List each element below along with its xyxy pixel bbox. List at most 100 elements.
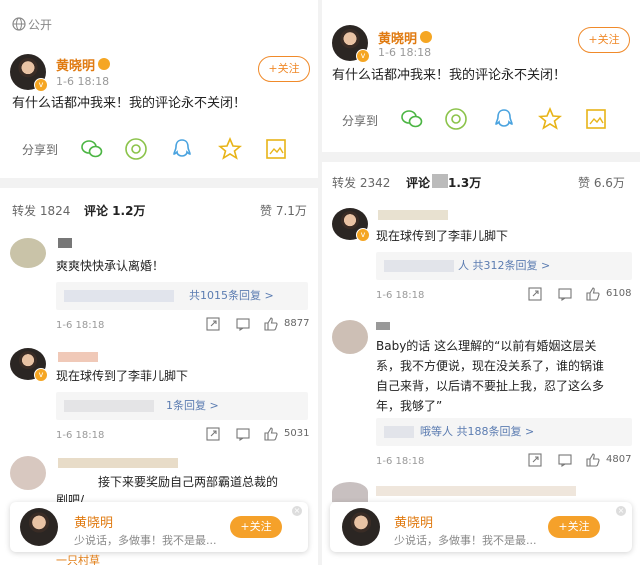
sticky-avatar[interactable] [342,508,380,546]
comment-text: 现在球传到了李菲儿脚下 [376,229,509,243]
like-icon[interactable] [264,426,278,441]
reply-summary[interactable]: 1条回复 > [56,392,308,420]
sticky-follow-bar: × 黄晓明 少说话，多做事！我不是最... +关注 [10,502,308,552]
reply-count-link[interactable]: 共1015条回复 > [189,282,274,310]
like-icon[interactable] [264,316,278,331]
reply-names-mosaic [64,290,174,302]
qzone-star-icon[interactable] [537,106,563,131]
tab-likes[interactable]: 赞 6.6万 [578,174,625,191]
like-icon[interactable] [586,452,600,467]
tab-comments[interactable]: 评论 [406,174,430,191]
reply-names-mosaic [384,260,454,272]
sticky-avatar[interactable] [20,508,58,546]
verified-badge-icon: v [356,228,370,242]
post-text: 有什么话都冲我来！我的评论永不关闭！ [332,68,567,83]
vip-crown-icon [98,58,110,70]
follow-button[interactable]: +关注 [578,27,630,53]
share-label: 分享到 [22,143,59,157]
comparison-screenshot: 公开 v 黄晓明 1-6 18:18 +关注 有什么话都冲我来！我的评论永不关闭… [0,0,640,565]
commenter-name-mosaic [376,322,390,330]
save-image-icon[interactable] [584,107,608,131]
reply-summary[interactable]: 共1015条回复 > [56,282,308,310]
moments-icon[interactable] [124,137,148,161]
wechat-icon[interactable] [400,107,424,131]
comment-text: 接下来要奖励自己两部霸道总裁的 [98,475,279,489]
visibility-label: 公开 [28,18,53,32]
commenter-avatar[interactable] [332,320,368,354]
sticky-bio: 少说话，多做事！我不是最... [394,534,537,547]
post-time: 1-6 18:18 [378,46,432,59]
share-icon[interactable] [528,286,542,301]
verified-badge-icon: v [356,49,370,63]
commenter-avatar[interactable]: v [332,208,370,242]
share-icon[interactable] [206,426,220,441]
share-icon[interactable] [206,316,220,331]
close-icon[interactable]: × [292,506,302,516]
sticky-follow-bar: × 黄晓明 少说话，多做事！我不是最... +关注 [330,502,632,552]
sticky-follow-button[interactable]: +关注 [230,516,282,538]
comment-icon[interactable] [558,452,572,468]
tab-repost[interactable]: 转发 1824 [12,202,70,219]
comment-tab-mosaic [432,174,448,188]
comment-icon[interactable] [236,316,250,332]
follow-button[interactable]: +关注 [258,56,310,82]
reply-count-link[interactable]: 人 共312条回复 > [458,252,550,280]
close-icon[interactable]: × [616,506,626,516]
comment-time: 1-6 18:18 [376,290,425,301]
sticky-author-name[interactable]: 黄晓明 [74,512,113,531]
tab-bar: 转发 1824 评论 1.2万 赞 7.1万 [0,200,318,226]
author-name[interactable]: 黄晓明 [56,55,95,74]
post-text: 有什么话都冲我来！我的评论永不关闭！ [12,96,247,111]
reply-summary[interactable]: 哦等人 共188条回复 > [376,418,632,446]
commenter-name-mosaic [378,210,448,220]
section-separator [322,152,640,162]
right-weibo-post-panel: v 黄晓明 1-6 18:18 +关注 有什么话都冲我来！我的评论永不关闭！ 分… [322,0,640,565]
share-icon[interactable] [528,452,542,467]
like-icon[interactable] [586,286,600,301]
sticky-author-name[interactable]: 黄晓明 [394,512,433,531]
comment-icon[interactable] [236,426,250,442]
comment-time: 1-6 18:18 [56,320,105,331]
reply-count-link[interactable]: 1条回复 > [166,392,219,420]
tab-likes[interactable]: 赞 7.1万 [260,202,307,219]
verified-badge-icon: v [34,78,48,92]
bottom-commenter-name: 一只村草 [56,554,100,565]
tab-repost[interactable]: 转发 2342 [332,174,390,191]
like-count: 4807 [606,454,632,465]
qq-icon[interactable] [492,107,516,131]
reply-count-link[interactable]: 哦等人 共188条回复 > [420,418,534,446]
like-count: 6108 [606,288,632,299]
moments-icon[interactable] [444,107,468,131]
comment-text-line-3: 自己来背，以后请不要扯上我，忍了这么多 [376,379,605,393]
vip-crown-icon [420,31,432,43]
reply-names-mosaic [64,400,154,412]
comment-text-line-1: Baby的话 这么理解的“以前有婚姻这层关 [376,339,597,353]
tab-comments[interactable]: 评论 1.2万 [84,202,145,219]
save-image-icon[interactable] [264,137,288,161]
reply-summary[interactable]: 人 共312条回复 > [376,252,632,280]
commenter-name-mosaic [376,486,576,496]
globe-icon [12,16,26,31]
comment-text-line-4: 年，我够了” [376,399,443,413]
comment-icon[interactable] [558,286,572,302]
commenter-name-mosaic [58,238,72,248]
verified-badge-icon: v [34,368,48,382]
qq-icon[interactable] [170,137,194,161]
post-time: 1-6 18:18 [56,75,110,88]
sticky-follow-button[interactable]: +关注 [548,516,600,538]
left-weibo-post-panel: 公开 v 黄晓明 1-6 18:18 +关注 有什么话都冲我来！我的评论永不关闭… [0,0,318,565]
commenter-avatar[interactable] [332,482,368,502]
commenter-avatar[interactable] [10,456,46,490]
like-count: 5031 [284,428,310,439]
author-avatar[interactable]: v [332,25,370,63]
qzone-star-icon[interactable] [217,136,243,161]
commenter-avatar[interactable]: v [10,348,48,382]
author-name[interactable]: 黄晓明 [378,28,417,47]
commenter-name-mosaic [58,352,98,362]
like-count: 8877 [284,318,310,329]
tab-bar: 转发 2342 评论 1.3万 赞 6.6万 [322,172,640,198]
commenter-avatar[interactable] [10,238,46,268]
author-avatar[interactable]: v [10,54,48,92]
section-separator [0,178,318,188]
wechat-icon[interactable] [80,137,104,161]
